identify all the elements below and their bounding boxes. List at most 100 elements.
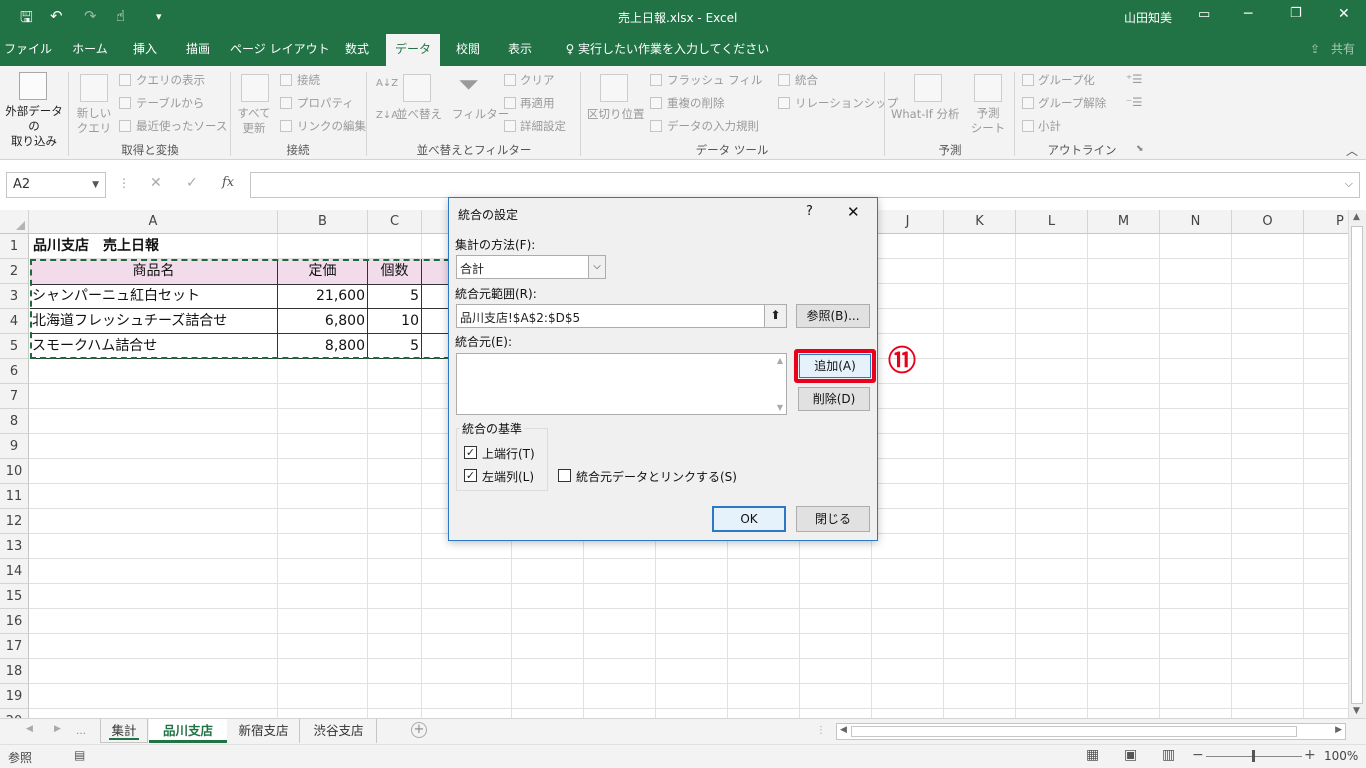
name-box-dropdown-icon[interactable]: ▼ [92, 173, 99, 197]
flash-fill-button[interactable]: フラッシュ フィル [667, 72, 762, 88]
tab-data[interactable]: データ [386, 34, 440, 66]
sheet-tab-shinagawa[interactable]: 品川支店 [149, 719, 227, 743]
relationships-button[interactable]: リレーションシップ [795, 95, 898, 111]
connections-button[interactable]: 接続 [297, 72, 320, 88]
zoom-slider-thumb[interactable] [1252, 750, 1255, 762]
redo-icon[interactable]: ↷ [84, 7, 97, 25]
col-header-n[interactable]: N [1160, 210, 1232, 234]
page-layout-view-icon[interactable]: ▣ [1124, 747, 1137, 763]
vertical-scrollbar[interactable]: ▲ ▼ [1348, 210, 1366, 718]
close-window-icon[interactable]: ✕ [1338, 6, 1350, 22]
tab-view[interactable]: 表示 [498, 34, 542, 66]
col-header-p[interactable]: P [1304, 210, 1348, 234]
delete-button[interactable]: 削除(D) [798, 387, 870, 411]
hscroll-right-icon[interactable]: ▶ [1335, 725, 1342, 735]
formula-input[interactable]: ⌵ [250, 172, 1360, 198]
filter-button[interactable]: フィルター [452, 106, 509, 122]
tab-insert[interactable]: 挿入 [122, 34, 168, 66]
browse-button[interactable]: 参照(B)... [796, 304, 870, 328]
cancel-icon[interactable]: ✕ [150, 175, 162, 191]
scroll-down-icon[interactable]: ▼ [1353, 706, 1360, 716]
row-header[interactable]: 17 [0, 634, 29, 659]
function-dropdown[interactable]: 合計 ⌵ [456, 255, 606, 279]
row-header[interactable]: 7 [0, 384, 29, 409]
row-header[interactable]: 13 [0, 534, 29, 559]
help-button[interactable]: ? [806, 204, 813, 219]
sort-za-icon[interactable]: Z↓A [376, 110, 398, 121]
row-header[interactable]: 18 [0, 659, 29, 684]
sort-button[interactable]: 並べ替え [396, 106, 442, 122]
new-query-button[interactable]: 新しい クエリ [76, 106, 112, 136]
row-header[interactable]: 15 [0, 584, 29, 609]
consolidate-button[interactable]: 統合 [795, 72, 818, 88]
row-header[interactable]: 11 [0, 484, 29, 509]
touch-mode-icon[interactable]: ☝ [116, 7, 125, 25]
sheet-tab-shinjuku[interactable]: 新宿支店 [228, 719, 300, 743]
user-name[interactable]: 山田知美 [1124, 9, 1172, 26]
row-header[interactable]: 6 [0, 359, 29, 384]
tab-formulas[interactable]: 数式 [334, 34, 380, 66]
outline-launcher-icon[interactable]: ⬊ [1136, 144, 1144, 154]
share-button[interactable]: 共有 [1326, 34, 1360, 66]
top-row-label[interactable]: 上端行(T) [482, 445, 535, 462]
collapse-ribbon-icon[interactable]: ︿ [1346, 142, 1358, 159]
enter-icon[interactable]: ✓ [186, 175, 198, 191]
edit-links-button[interactable]: リンクの編集 [297, 118, 366, 134]
row-header[interactable]: 20 [0, 709, 29, 718]
recent-sources-button[interactable]: 最近使ったソース [136, 118, 227, 134]
zoom-out-icon[interactable]: − [1192, 747, 1204, 763]
expand-formula-icon[interactable]: ⌵ [1345, 177, 1353, 191]
sources-listbox[interactable]: ▲ ▼ [456, 353, 787, 415]
collapse-dialog-icon[interactable]: ⬆ [764, 305, 786, 327]
close-button[interactable]: 閉じる [796, 506, 870, 532]
hide-detail-icon[interactable]: ⁻☰ [1126, 95, 1142, 109]
restore-icon[interactable]: ❐ [1290, 6, 1302, 21]
add-button[interactable]: 追加(A) [799, 354, 871, 378]
dropdown-arrow-icon[interactable]: ⌵ [588, 256, 605, 278]
tell-me-box[interactable]: 実行したい作業を入力してください [578, 34, 769, 66]
clear-button[interactable]: クリア [520, 72, 555, 88]
show-detail-icon[interactable]: ⁺☰ [1126, 72, 1142, 86]
col-header-j[interactable]: J [872, 210, 944, 234]
from-table-button[interactable]: テーブルから [136, 95, 204, 111]
tab-draw[interactable]: 描画 [176, 34, 220, 66]
customize-qat-icon[interactable]: ▾ [156, 10, 162, 23]
ribbon-display-icon[interactable]: ▭ [1198, 7, 1210, 22]
external-data-button[interactable]: 外部データの 取り込み [2, 104, 66, 149]
row-header[interactable]: 9 [0, 434, 29, 459]
tab-split-icon[interactable]: ⋮ [816, 725, 826, 736]
row-header[interactable]: 1 [0, 234, 29, 259]
select-all-corner[interactable] [0, 210, 29, 234]
cell-a1[interactable]: 品川支店 売上日報 [33, 234, 159, 258]
horizontal-scrollbar[interactable]: ◀ ▶ [836, 723, 1346, 740]
left-column-label[interactable]: 左端列(L) [482, 468, 534, 485]
normal-view-icon[interactable]: ▦ [1086, 747, 1099, 763]
list-scroll-down-icon[interactable]: ▼ [777, 403, 783, 412]
col-header-k[interactable]: K [944, 210, 1016, 234]
share-icon[interactable]: ⇪ [1306, 34, 1324, 66]
sheet-tab-shibuya[interactable]: 渋谷支店 [301, 719, 377, 743]
link-source-checkbox[interactable] [558, 469, 571, 482]
zoom-in-icon[interactable]: + [1304, 747, 1316, 763]
row-header[interactable]: 3 [0, 284, 29, 309]
text-to-columns-button[interactable]: 区切り位置 [587, 106, 645, 122]
group-button[interactable]: グループ化 [1038, 72, 1095, 88]
advanced-filter-button[interactable]: 詳細設定 [520, 118, 566, 134]
scroll-up-icon[interactable]: ▲ [1353, 212, 1360, 222]
left-column-checkbox[interactable]: ✓ [464, 469, 477, 482]
ungroup-button[interactable]: グループ解除 [1038, 95, 1106, 111]
row-header[interactable]: 19 [0, 684, 29, 709]
col-header-c[interactable]: C [368, 210, 422, 234]
new-sheet-icon[interactable]: + [411, 722, 427, 738]
refresh-all-button[interactable]: すべて 更新 [236, 106, 272, 136]
sheet-more-icon[interactable]: … [76, 726, 86, 737]
col-header-a[interactable]: A [29, 210, 278, 234]
row-header[interactable]: 12 [0, 509, 29, 534]
data-validation-button[interactable]: データの入力規則 [667, 118, 759, 134]
tab-file[interactable]: ファイル [0, 34, 56, 66]
tab-review[interactable]: 校閲 [446, 34, 490, 66]
forecast-sheet-button[interactable]: 予測 シート [970, 106, 1006, 136]
reference-input[interactable]: 品川支店!$A$2:$D$5 ⬆ [456, 304, 787, 328]
insert-function-icon[interactable]: fx [222, 175, 234, 190]
name-box[interactable]: A2 ▼ [6, 172, 106, 198]
